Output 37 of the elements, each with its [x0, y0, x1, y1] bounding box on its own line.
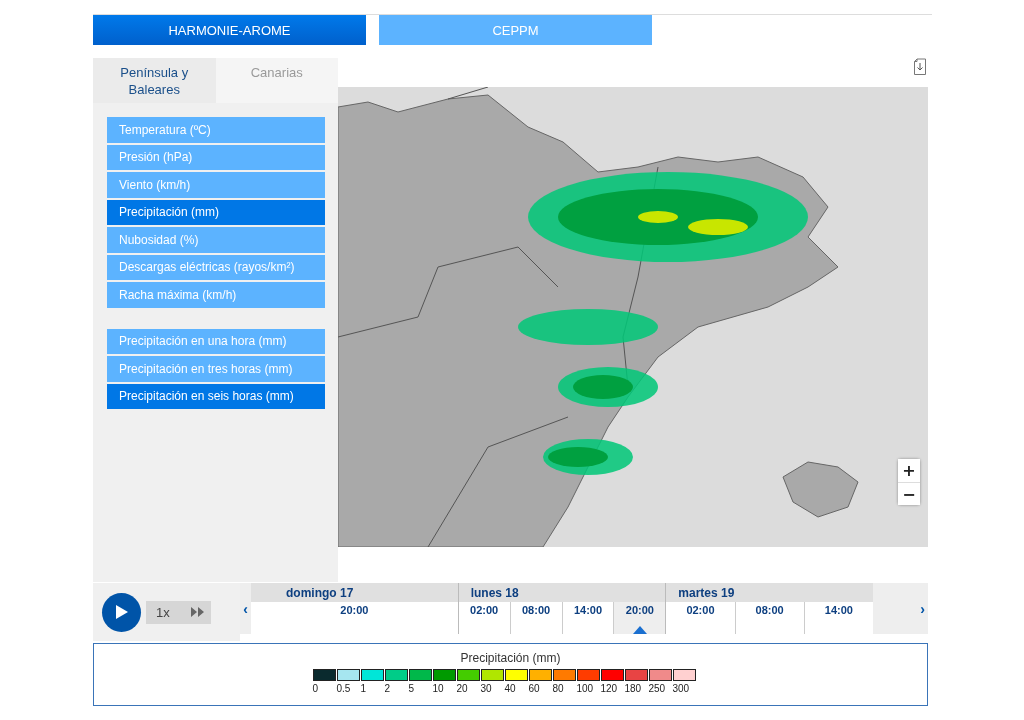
- download-icon[interactable]: [913, 58, 927, 75]
- legend-value: 0: [312, 683, 319, 694]
- legend-value: 120: [600, 683, 618, 694]
- day-label: domingo 17: [251, 583, 458, 602]
- legend-value: 5: [408, 683, 415, 694]
- day-label: martes 19: [666, 583, 873, 602]
- legend-title: Precipitación (mm): [460, 651, 561, 665]
- legend-value: 180: [624, 683, 642, 694]
- zoom-in-button[interactable]: +: [898, 459, 920, 482]
- model-tab[interactable]: HARMONIE-AROME: [93, 15, 366, 45]
- legend-value: 250: [648, 683, 666, 694]
- fast-forward-icon: [191, 607, 204, 617]
- variable-item[interactable]: Precipitación en seis horas (mm): [107, 383, 325, 409]
- region-tab[interactable]: Península y Baleares: [93, 58, 216, 103]
- legend-value: 100: [576, 683, 594, 694]
- play-button[interactable]: [102, 592, 141, 632]
- zoom-out-button[interactable]: −: [898, 482, 920, 505]
- day-label: lunes 18: [458, 583, 666, 602]
- previous-button[interactable]: ‹: [240, 583, 251, 634]
- legend-value: 30: [480, 683, 492, 694]
- legend-value: 20: [456, 683, 468, 694]
- speed-control[interactable]: 1x: [146, 600, 211, 624]
- legend-value: 80: [552, 683, 564, 694]
- legend-value: 300: [672, 683, 690, 694]
- legend-value: 2: [384, 683, 391, 694]
- legend-value: 40: [504, 683, 516, 694]
- current-time-marker-icon: [632, 626, 647, 634]
- variable-item[interactable]: Precipitación (mm): [107, 199, 325, 225]
- time-step[interactable]: 20:00: [613, 602, 666, 634]
- play-icon: [115, 605, 128, 619]
- legend-value: 1: [360, 683, 367, 694]
- legend-value: 60: [528, 683, 540, 694]
- legend-value: 0.5: [336, 683, 351, 694]
- legend-value: 10: [432, 683, 444, 694]
- speed-value: 1x: [156, 604, 170, 620]
- next-button[interactable]: ›: [917, 583, 928, 634]
- timeline-end-panel: [873, 583, 917, 634]
